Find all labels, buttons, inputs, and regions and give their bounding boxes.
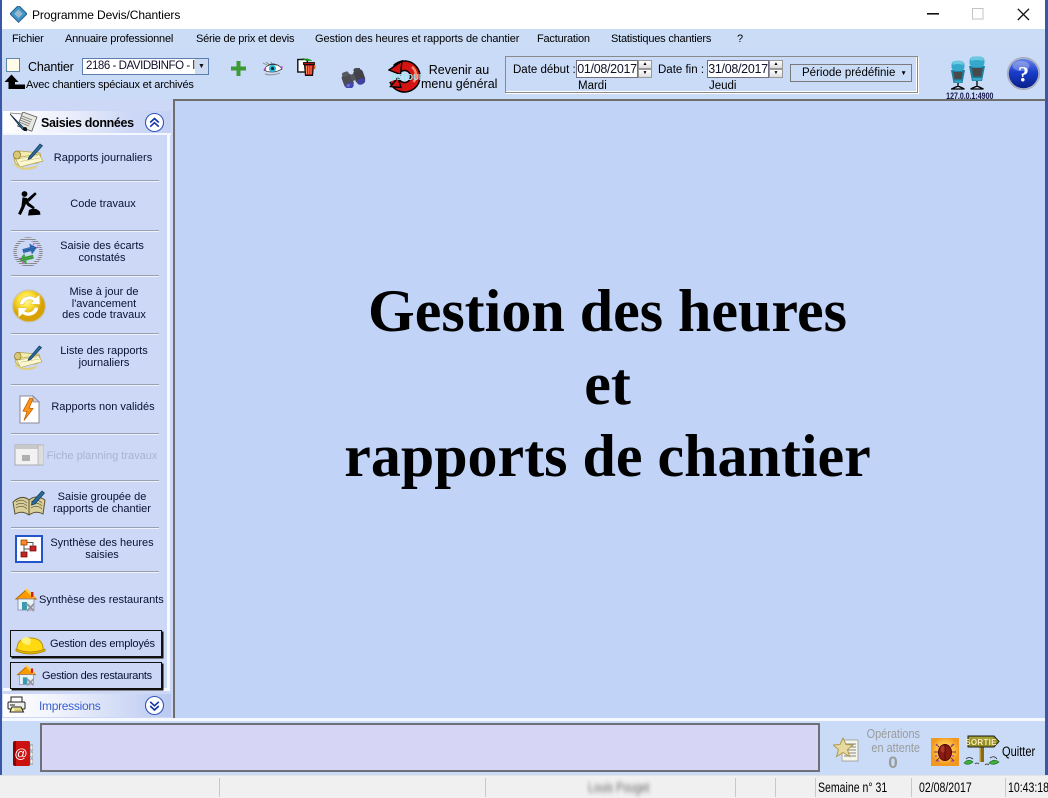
svg-text:?: ? xyxy=(1018,62,1029,87)
svg-text:SORTIE: SORTIE xyxy=(965,738,997,747)
svg-text:@: @ xyxy=(14,746,27,761)
svg-text:RETOUR: RETOUR xyxy=(391,73,422,82)
